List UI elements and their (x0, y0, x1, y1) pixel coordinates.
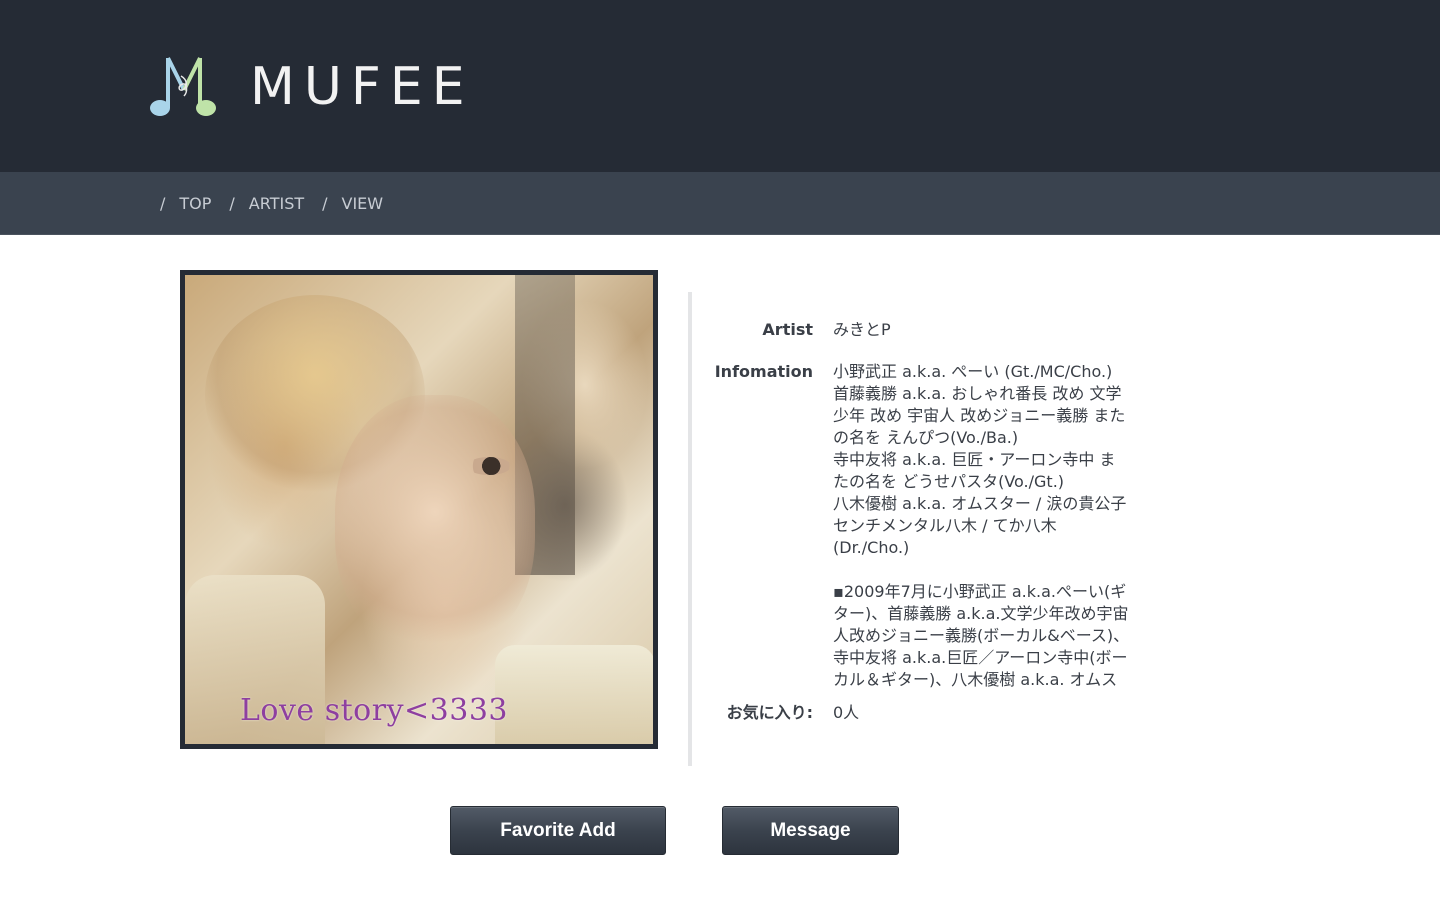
logo-text: MUFEE (250, 57, 474, 117)
site-header: MUFEE (0, 0, 1440, 172)
info-line: の名を えんぴつ(Vo./Ba.) (833, 428, 1019, 447)
artist-label: Artist (762, 320, 813, 339)
breadcrumb-separator: / (160, 194, 166, 213)
breadcrumb-view[interactable]: VIEW (342, 194, 384, 213)
info-line: 八木優樹 a.k.a. オムスター / 涙の貴公子 (833, 494, 1127, 513)
info-line: たの名を どうせパスタ(Vo./Gt.) (833, 472, 1065, 491)
info-line: センチメンタル八木 / てか八木 (833, 516, 1057, 535)
info-line: 寺中友将 a.k.a. 巨匠・アーロン寺中 ま (833, 450, 1116, 469)
info-line: 小野武正 a.k.a. ぺーい (Gt./MC/Cho.) (833, 362, 1113, 381)
artist-image-collage: Love story<3333 (185, 275, 653, 744)
message-button[interactable]: Message (722, 806, 899, 855)
breadcrumb: / TOP / ARTIST / VIEW (160, 172, 401, 235)
breadcrumb-artist[interactable]: ARTIST (249, 194, 304, 213)
collage-eye (467, 457, 511, 475)
info-line: 寺中友将 a.k.a.巨匠／アーロン寺中(ボー (833, 648, 1128, 667)
breadcrumb-top[interactable]: TOP (179, 194, 211, 213)
info-line: 人改めジョニー義勝(ボーカル&ベース)、 (833, 626, 1130, 645)
artist-name: みきとP (833, 320, 891, 339)
vertical-divider (688, 292, 692, 766)
breadcrumb-bar: / TOP / ARTIST / VIEW (0, 172, 1440, 235)
info-line: ター)、首藤義勝 a.k.a.文学少年改め宇宙 (833, 604, 1129, 623)
info-line: ▪2009年7月に小野武正 a.k.a.ぺーい(ギ (833, 582, 1127, 601)
information-label: Infomation (714, 362, 813, 381)
breadcrumb-separator: / (229, 194, 235, 213)
collage-dress-right (495, 645, 653, 744)
information-row: Infomation 小野武正 a.k.a. ぺーい (Gt./MC/Cho.)… (700, 361, 1168, 691)
music-note-logo-icon (148, 54, 220, 120)
info-line: 首藤義勝 a.k.a. おしゃれ番長 改め 文学 (833, 384, 1122, 403)
information-text[interactable]: 小野武正 a.k.a. ぺーい (Gt./MC/Cho.) 首藤義勝 a.k.a… (833, 361, 1168, 691)
info-line: (Dr./Cho.) (833, 538, 910, 557)
collage-face (335, 395, 535, 655)
favorite-add-button[interactable]: Favorite Add (450, 806, 666, 855)
favorites-row: お気に入り: 0人 (700, 702, 1168, 724)
breadcrumb-separator: / (322, 194, 328, 213)
info-line: 少年 改め 宇宙人 改めジョニー義勝 また (833, 406, 1126, 425)
favorites-label: お気に入り: (726, 703, 813, 722)
logo[interactable]: MUFEE (148, 52, 474, 122)
image-caption: Love story<3333 (240, 693, 509, 728)
info-line: カル＆ギター)、八木優樹 a.k.a. オムス (833, 670, 1118, 689)
artist-image: Love story<3333 (180, 270, 658, 749)
favorites-count: 0人 (833, 703, 860, 722)
artist-row: Artist みきとP (700, 319, 1168, 341)
info-gap (833, 559, 1168, 581)
